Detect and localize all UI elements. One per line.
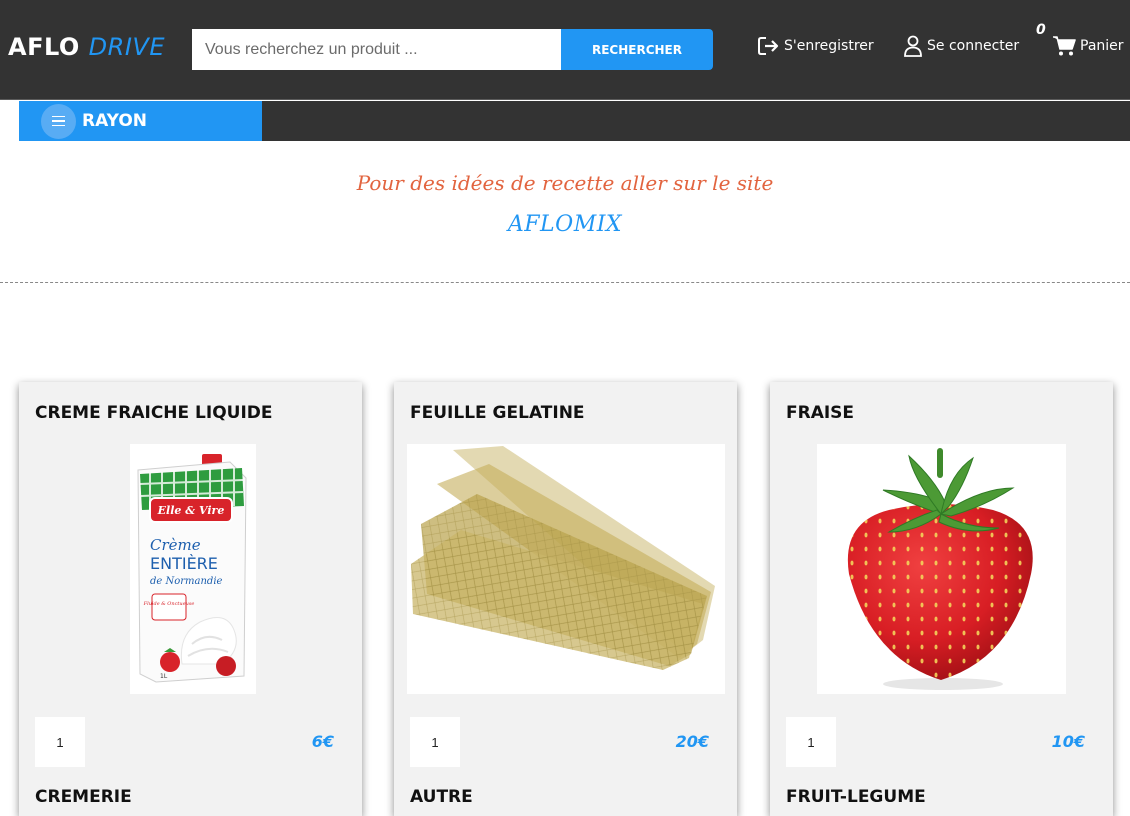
product-category: CREMERIE bbox=[35, 787, 132, 807]
product-card: FRAISE 1 10€ FRUIT-LEGUME bbox=[770, 382, 1113, 816]
product-category: FRUIT-LEGUME bbox=[786, 787, 926, 807]
rayon-label: RAYON bbox=[82, 111, 148, 131]
shopping-cart-icon bbox=[1053, 36, 1076, 56]
section-divider bbox=[0, 282, 1130, 283]
product-image-creme-fraiche[interactable]: Elle & Vire Crème ENTIÈRE de Normandie F… bbox=[130, 444, 256, 694]
user-icon bbox=[904, 35, 922, 57]
product-image-feuille-gelatine[interactable] bbox=[407, 444, 725, 694]
carton-text-line1: Crème bbox=[150, 536, 201, 554]
search-input[interactable] bbox=[192, 29, 561, 70]
search-button[interactable]: RECHERCHER bbox=[561, 29, 713, 70]
product-price: 6€ bbox=[311, 732, 334, 751]
quantity-input[interactable] bbox=[410, 717, 460, 767]
product-name: FEUILLE GELATINE bbox=[410, 403, 585, 423]
category-bar bbox=[262, 101, 1130, 141]
product-price: 20€ bbox=[675, 732, 709, 751]
sign-in-icon bbox=[758, 37, 779, 55]
quantity-input[interactable] bbox=[786, 717, 836, 767]
logo-text-aflo: AFLO bbox=[8, 33, 80, 61]
product-card: CREME FRAICHE LIQUIDE Elle & Vire Crème … bbox=[19, 382, 362, 816]
product-name: CREME FRAICHE LIQUIDE bbox=[35, 403, 273, 423]
brand-logo-text: Elle & Vire bbox=[157, 504, 225, 517]
promo-text: Pour des idées de recette aller sur le s… bbox=[356, 171, 774, 195]
product-price: 10€ bbox=[1051, 732, 1085, 751]
product-name: FRAISE bbox=[786, 403, 855, 423]
carton-text-line3: de Normandie bbox=[150, 576, 223, 587]
hamburger-menu-icon bbox=[41, 103, 76, 139]
aflomix-link[interactable]: AFLOMIX bbox=[0, 212, 1130, 237]
rayon-menu-button[interactable]: RAYON bbox=[19, 101, 262, 141]
product-image-fraise[interactable] bbox=[817, 444, 1066, 694]
product-category: AUTRE bbox=[410, 787, 473, 807]
login-link[interactable]: Se connecter bbox=[903, 34, 1019, 58]
cart-count-badge: 0 bbox=[1036, 22, 1046, 38]
cart-label: Panier bbox=[1080, 38, 1124, 54]
logo-text-drive: DRIVE bbox=[88, 33, 165, 61]
carton-badge-text: Fluide & Onctueuse bbox=[143, 601, 195, 607]
register-label: S'enregistrer bbox=[784, 38, 874, 54]
site-logo[interactable]: AFLO DRIVE bbox=[8, 33, 165, 61]
quantity-input[interactable] bbox=[35, 717, 85, 767]
carton-text-line2: ENTIÈRE bbox=[150, 554, 218, 573]
product-card: FEUILLE GELATINE 20€ AUTRE bbox=[394, 382, 737, 816]
top-navbar: AFLO DRIVE RECHERCHER S'enregistrer Se c… bbox=[0, 0, 1130, 100]
login-label: Se connecter bbox=[927, 38, 1020, 54]
carton-volume-text: 1L bbox=[160, 673, 168, 680]
cart-link[interactable]: Panier bbox=[1052, 34, 1124, 58]
register-link[interactable]: S'enregistrer bbox=[758, 34, 874, 58]
